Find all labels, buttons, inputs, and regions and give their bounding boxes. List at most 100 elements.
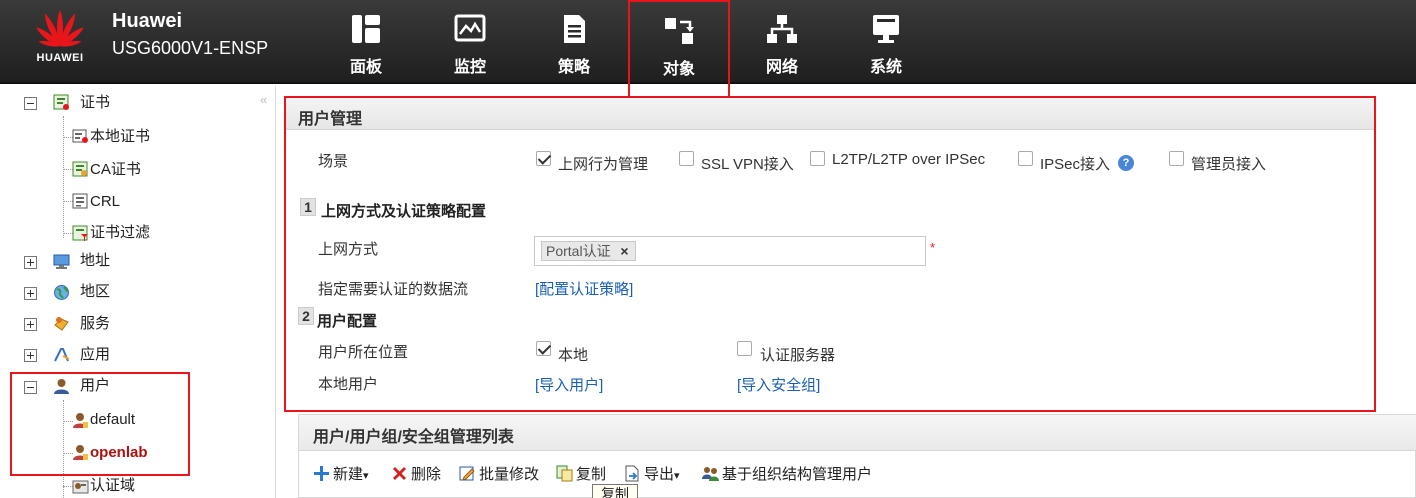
scene-label: 场景 — [318, 153, 349, 170]
scene-label-ipsec: IPSec接入 — [1040, 156, 1111, 173]
config-auth-policy-link[interactable]: [配置认证策略] — [535, 278, 633, 299]
expand-toggle-icon[interactable] — [24, 318, 37, 331]
tree-item-application[interactable]: 应用 — [80, 342, 110, 368]
new-button[interactable]: 新建▾ — [313, 463, 369, 483]
scene-checkbox-ipsec[interactable] — [1018, 151, 1033, 166]
access-mode-input[interactable]: Portal认证 × — [534, 236, 926, 266]
nav-label: 监控 — [453, 59, 486, 76]
delete-button[interactable]: 删除 — [391, 463, 441, 483]
auth-flow-label: 指定需要认证的数据流 — [318, 281, 469, 298]
nav-monitor[interactable]: 监控 — [428, 12, 512, 78]
copy-label: 复制 — [576, 466, 607, 483]
brand-title: Huawei — [112, 10, 183, 32]
panel-header: 用户管理 — [286, 98, 1374, 130]
batch-edit-button[interactable]: 批量修改 — [459, 463, 539, 483]
portal-auth-tag: Portal认证 × — [541, 241, 636, 261]
nav-policy[interactable]: 策略 — [532, 12, 616, 78]
batch-edit-label: 批量修改 — [479, 466, 540, 483]
export-icon — [625, 465, 639, 482]
tree-item-service[interactable]: 服务 — [80, 311, 110, 337]
org-manage-label: 基于组织结构管理用户 — [722, 466, 873, 483]
location-server-label: 认证服务器 — [760, 347, 836, 364]
tree-item-user-openlab[interactable]: openlab — [90, 440, 148, 466]
tree-item-region[interactable]: 地区 — [80, 279, 110, 305]
logo-text: HUAWEI — [36, 52, 84, 64]
user-default-icon — [73, 413, 88, 428]
dashboard-icon — [352, 15, 380, 43]
nav-label: 网络 — [765, 59, 798, 76]
new-label: 新建 — [333, 466, 364, 483]
required-mark: * — [930, 240, 936, 255]
tree-item-user[interactable]: 用户 — [80, 373, 110, 399]
address-icon — [53, 254, 70, 269]
import-security-group-link[interactable]: [导入安全组] — [737, 374, 820, 395]
location-local-label: 本地 — [558, 347, 589, 364]
object-icon — [665, 18, 694, 44]
tree-item-certificate[interactable]: 证书 — [80, 90, 110, 116]
location-checkbox-local[interactable] — [536, 341, 551, 356]
user-location-label: 用户所在位置 — [318, 344, 409, 361]
huawei-flower-icon — [36, 10, 84, 47]
step-2-title: 用户配置 — [317, 313, 378, 330]
expand-toggle-icon[interactable] — [24, 349, 37, 362]
collapse-toggle-icon[interactable] — [24, 97, 37, 110]
nav-dashboard[interactable]: 面板 — [324, 12, 408, 78]
service-icon — [54, 317, 69, 331]
org-users-icon — [702, 467, 719, 481]
tree-item-auth-domain[interactable]: 认证域 — [90, 473, 135, 498]
scene-label-l2tp: L2TP/L2TP over IPSec — [832, 151, 986, 168]
location-checkbox-server[interactable] — [737, 341, 752, 356]
nav-network[interactable]: 网络 — [740, 12, 824, 78]
scene-checkbox-sslvpn[interactable] — [679, 151, 694, 166]
copy-tooltip: 复制 — [592, 484, 638, 498]
nav-system[interactable]: 系统 — [844, 12, 928, 78]
dropdown-arrow-icon: ▾ — [363, 470, 369, 482]
local-user-label: 本地用户 — [318, 376, 379, 393]
top-header: HUAWEI Huawei USG6000V1-ENSP 面板 监控 策略 对象… — [0, 0, 1416, 98]
scene-checkbox-admin[interactable] — [1169, 151, 1184, 166]
user-list-panel: 用户/用户组/安全组管理列表 — [298, 414, 1416, 498]
cert-filter-icon — [72, 225, 88, 241]
huawei-logo: HUAWEI — [20, 6, 100, 76]
export-button[interactable]: 导出▾ — [624, 463, 680, 483]
crl-icon — [72, 193, 88, 209]
step-1-title: 上网方式及认证策略配置 — [321, 203, 487, 220]
tree-guide — [63, 116, 64, 238]
plus-icon — [314, 466, 329, 481]
nav-object[interactable]: 对象 — [628, 0, 730, 98]
tree-item-cert-filter[interactable]: 证书过滤 — [90, 220, 150, 246]
collapse-toggle-icon[interactable] — [24, 381, 37, 394]
panel-title: 用户管理 — [298, 111, 363, 128]
tree-item-local-cert[interactable]: 本地证书 — [90, 124, 150, 150]
auth-domain-icon — [72, 480, 89, 494]
tree-item-ca-cert[interactable]: CA证书 — [90, 157, 141, 183]
user-openlab-icon — [73, 445, 88, 460]
access-mode-label: 上网方式 — [318, 241, 379, 258]
policy-icon — [564, 15, 585, 43]
tree-item-address[interactable]: 地址 — [80, 248, 110, 274]
expand-toggle-icon[interactable] — [24, 287, 37, 300]
certificate-icon — [53, 94, 69, 110]
device-model: USG6000V1-ENSP — [112, 38, 269, 58]
copy-button[interactable]: 复制 — [556, 463, 606, 483]
step-1-number: 1 — [300, 198, 316, 216]
user-icon — [54, 379, 69, 394]
help-icon[interactable]: ? — [1118, 155, 1134, 171]
org-structure-manage-button[interactable]: 基于组织结构管理用户 — [702, 463, 872, 483]
batch-edit-icon — [459, 466, 475, 481]
expand-toggle-icon[interactable] — [24, 256, 37, 269]
collapse-tree-button[interactable]: « — [260, 92, 267, 107]
tree-item-crl[interactable]: CRL — [90, 189, 120, 215]
list-title: 用户/用户组/安全组管理列表 — [313, 429, 514, 446]
dropdown-arrow-icon: ▾ — [674, 470, 680, 482]
tree-item-user-default[interactable]: default — [90, 407, 135, 433]
import-users-link[interactable]: [导入用户] — [535, 374, 603, 395]
local-cert-icon — [72, 129, 88, 143]
scene-checkbox-behavior[interactable] — [536, 151, 551, 166]
list-header: 用户/用户组/安全组管理列表 — [299, 415, 1416, 451]
remove-tag-icon[interactable]: × — [620, 242, 628, 260]
system-icon — [873, 15, 899, 43]
scene-checkbox-l2tp[interactable] — [810, 151, 825, 166]
delete-label: 删除 — [411, 466, 442, 483]
export-label: 导出 — [644, 466, 675, 483]
